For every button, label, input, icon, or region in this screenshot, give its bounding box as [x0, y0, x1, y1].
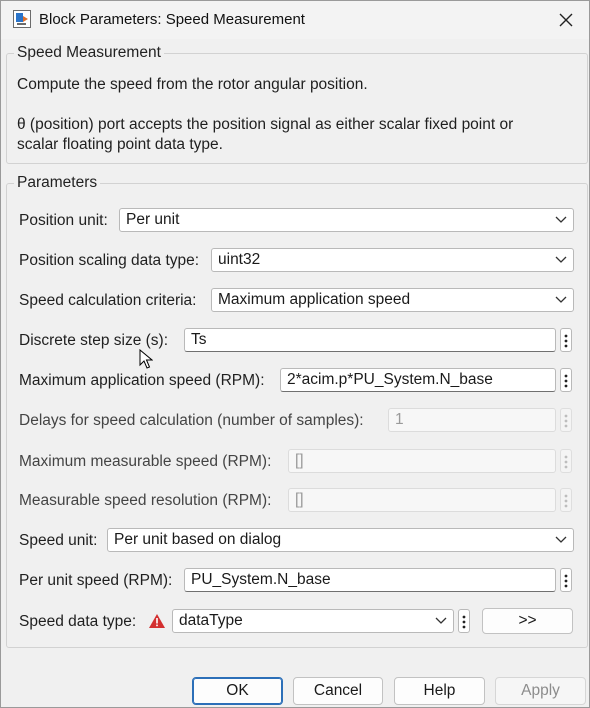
simulink-block-icon [13, 10, 31, 28]
title-bar: Block Parameters: Speed Measurement [1, 1, 589, 39]
pu-speed-menu-button[interactable] [560, 568, 572, 592]
step-size-value: Ts [191, 331, 207, 348]
pu-speed-value: PU_System.N_base [191, 571, 331, 588]
dialog-window: Block Parameters: Speed Measurement Spee… [0, 0, 590, 708]
chevron-down-icon [555, 296, 567, 303]
pu-speed-input[interactable]: PU_System.N_base [184, 568, 556, 592]
apply-button[interactable]: Apply [495, 677, 586, 705]
vertical-ellipsis-icon [564, 455, 568, 469]
vertical-ellipsis-icon [564, 494, 568, 508]
speed-criteria-select[interactable]: Maximum application speed [211, 288, 574, 312]
speed-dtype-label: Speed data type: [19, 613, 137, 630]
speed-criteria-label: Speed calculation criteria: [19, 292, 197, 309]
vertical-ellipsis-icon [462, 615, 466, 629]
max-measurable-label: Maximum measurable speed (RPM): [19, 453, 272, 470]
parameters-group-label: Parameters [14, 174, 101, 192]
position-scaling-value: uint32 [218, 251, 261, 268]
position-unit-value: Per unit [126, 211, 180, 228]
mouse-pointer-icon [139, 349, 153, 369]
position-unit-label: Position unit: [19, 212, 108, 229]
resolution-input: [] [288, 488, 556, 512]
description-line-2a: θ (position) port accepts the position s… [17, 116, 514, 133]
chevron-down-icon [435, 617, 447, 624]
step-size-menu-button[interactable] [560, 328, 572, 352]
speed-dtype-value: dataType [179, 612, 243, 629]
window-title: Block Parameters: Speed Measurement [39, 11, 305, 28]
position-scaling-label: Position scaling data type: [19, 252, 200, 269]
warning-triangle-icon [149, 614, 165, 628]
position-unit-select[interactable]: Per unit [119, 208, 574, 232]
max-app-speed-input[interactable]: 2*acim.p*PU_System.N_base [280, 368, 556, 392]
data-type-assistant-button[interactable]: >> [482, 608, 573, 634]
step-size-input[interactable]: Ts [184, 328, 556, 352]
step-size-label: Discrete step size (s): [19, 332, 169, 349]
delays-value: 1 [395, 411, 404, 428]
speed-unit-select[interactable]: Per unit based on dialog [107, 528, 574, 552]
speed-dtype-menu-button[interactable] [458, 609, 470, 633]
description-line-2b: scalar floating point data type. [17, 136, 223, 153]
cancel-button[interactable]: Cancel [293, 677, 383, 705]
description-group-label: Speed Measurement [14, 44, 164, 62]
resolution-label: Measurable speed resolution (RPM): [19, 492, 272, 509]
description-line-1: Compute the speed from the rotor angular… [17, 76, 368, 93]
delays-input: 1 [388, 408, 556, 432]
speed-dtype-select[interactable]: dataType [172, 609, 454, 633]
help-button[interactable]: Help [394, 677, 485, 705]
resolution-menu-button [560, 488, 572, 512]
chevron-down-icon [555, 536, 567, 543]
max-measurable-menu-button [560, 449, 572, 473]
delays-menu-button [560, 408, 572, 432]
vertical-ellipsis-icon [564, 334, 568, 348]
chevron-down-icon [555, 216, 567, 223]
delays-label: Delays for speed calculation (number of … [19, 412, 364, 429]
max-app-speed-label: Maximum application speed (RPM): [19, 372, 265, 389]
max-app-speed-value: 2*acim.p*PU_System.N_base [287, 371, 493, 388]
position-scaling-select[interactable]: uint32 [211, 248, 574, 272]
pu-speed-label: Per unit speed (RPM): [19, 572, 173, 589]
ok-button[interactable]: OK [192, 677, 283, 705]
speed-unit-label: Speed unit: [19, 532, 98, 549]
close-icon[interactable] [555, 9, 577, 31]
resolution-value: [] [295, 491, 304, 508]
vertical-ellipsis-icon [564, 374, 568, 388]
speed-criteria-value: Maximum application speed [218, 291, 411, 308]
vertical-ellipsis-icon [564, 414, 568, 428]
vertical-ellipsis-icon [564, 574, 568, 588]
speed-unit-value: Per unit based on dialog [114, 531, 282, 548]
max-measurable-value: [] [295, 452, 304, 469]
max-app-speed-menu-button[interactable] [560, 368, 572, 392]
max-measurable-input: [] [288, 449, 556, 473]
chevron-down-icon [555, 256, 567, 263]
